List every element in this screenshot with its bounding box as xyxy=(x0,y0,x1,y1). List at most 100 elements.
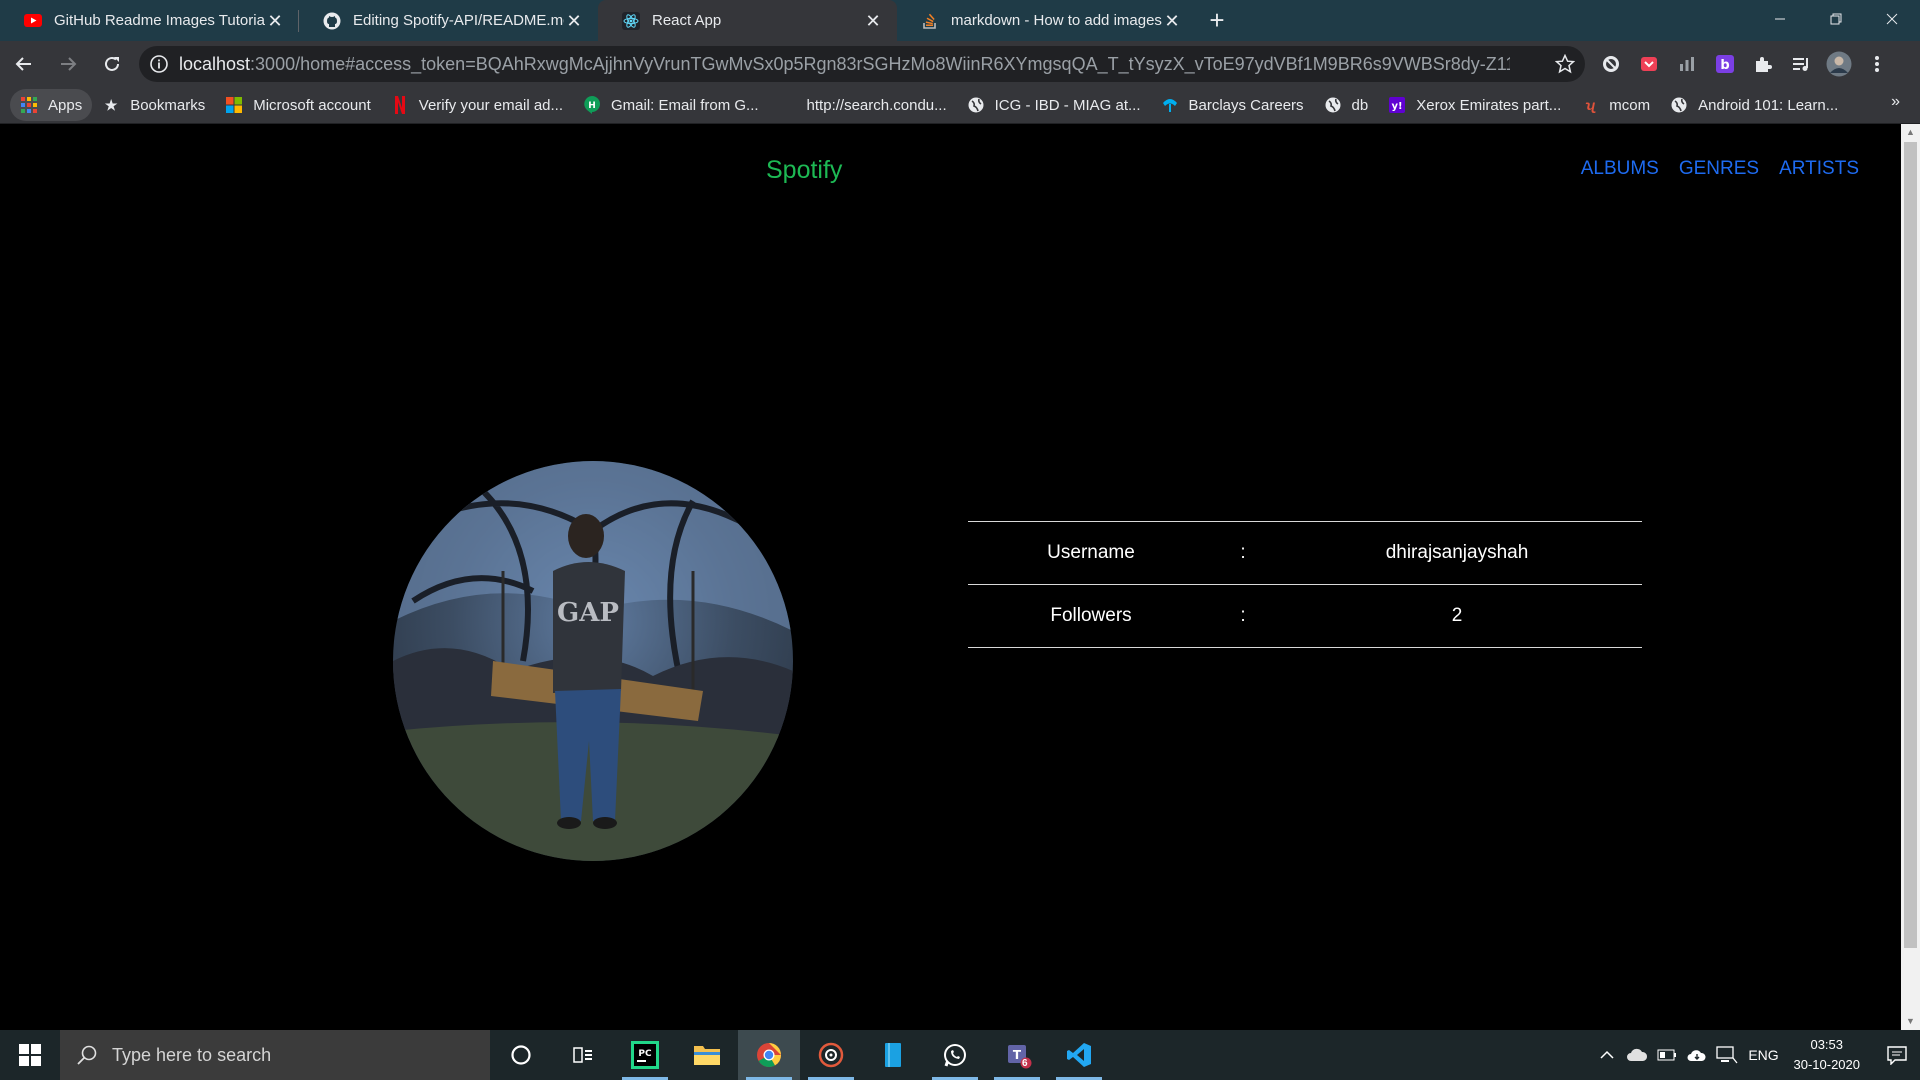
nav-albums[interactable]: ALBUMS xyxy=(1581,158,1659,180)
puzzle-extensions-icon[interactable] xyxy=(1750,49,1776,79)
close-icon[interactable]: ✕ xyxy=(1162,11,1182,31)
clock[interactable]: 03:53 30-10-2020 xyxy=(1794,1035,1861,1075)
app-brand[interactable]: Spotify xyxy=(766,156,842,185)
profile-avatar[interactable] xyxy=(1826,49,1852,79)
vscode-app[interactable] xyxy=(1048,1030,1110,1080)
analytics-extension-icon[interactable] xyxy=(1674,49,1700,79)
chrome-app[interactable] xyxy=(738,1030,800,1080)
notepad-app[interactable] xyxy=(862,1030,924,1080)
clock-date: 30-10-2020 xyxy=(1793,1057,1861,1072)
address-bar[interactable]: localhost :3000/home#access_token=BQAhRx… xyxy=(139,46,1585,82)
top-nav: ALBUMS GENRES ARTISTS xyxy=(1581,158,1859,180)
cloud-sync-icon[interactable] xyxy=(1684,1030,1710,1080)
page-scrollbar[interactable]: ▲ ▼ xyxy=(1901,124,1920,1030)
new-tab-button[interactable]: + xyxy=(1200,0,1234,41)
bookmark-verify-email[interactable]: Verify your email ad... xyxy=(381,89,573,121)
bookmark-mcom[interactable]: ʯ mcom xyxy=(1571,89,1660,121)
forward-button[interactable] xyxy=(48,44,88,84)
reload-button[interactable] xyxy=(92,44,132,84)
pycharm-icon: PC xyxy=(631,1041,659,1069)
page-content: Spotify ALBUMS GENRES ARTISTS GAP Userna… xyxy=(0,124,1901,1030)
bookmark-label: Android 101: Learn... xyxy=(1698,96,1839,114)
start-button[interactable] xyxy=(0,1030,60,1080)
teams-notification-badge: 6 xyxy=(1022,1058,1028,1069)
arrow-right-icon xyxy=(61,57,77,71)
whatsapp-icon xyxy=(944,1044,966,1067)
bookmark-label: Apps xyxy=(48,96,83,114)
star-icon: ★ xyxy=(104,96,118,113)
bookmark-db[interactable]: db xyxy=(1314,89,1379,121)
nav-artists[interactable]: ARTISTS xyxy=(1779,158,1859,180)
media-queue-icon[interactable] xyxy=(1788,49,1814,79)
bookmark-bookmarks[interactable]: ★ Bookmarks xyxy=(92,89,215,121)
battery-icon[interactable] xyxy=(1654,1030,1680,1080)
search-placeholder: Type here to search xyxy=(112,1044,272,1065)
row-separator: : xyxy=(1240,605,1246,626)
bookmark-microsoft-account[interactable]: Microsoft account xyxy=(215,89,381,121)
block-extension-icon[interactable] xyxy=(1598,49,1624,79)
whatsapp-app[interactable] xyxy=(924,1030,986,1080)
notebook-icon xyxy=(885,1043,901,1067)
scrollbar-thumb[interactable] xyxy=(1904,142,1917,948)
close-icon[interactable]: ✕ xyxy=(863,11,883,31)
close-icon[interactable]: ✕ xyxy=(265,11,285,31)
svg-text:b: b xyxy=(1720,58,1729,73)
bookmark-apps[interactable]: Apps xyxy=(10,89,93,121)
back-button[interactable] xyxy=(4,44,44,84)
bookmark-xerox[interactable]: y! Xerox Emirates part... xyxy=(1378,89,1571,121)
action-center-button[interactable] xyxy=(1874,1030,1920,1080)
tab-github[interactable]: Editing Spotify-API/README.md ✕ xyxy=(299,0,598,41)
file-explorer-app[interactable] xyxy=(676,1030,738,1080)
bookmark-label: ICG - IBD - MIAG at... xyxy=(994,96,1141,114)
tab-react-app[interactable]: React App ✕ xyxy=(598,0,897,41)
bookmark-star-icon[interactable] xyxy=(1555,54,1575,74)
globe-icon xyxy=(1324,96,1342,114)
microsoft-icon xyxy=(225,96,243,114)
taskbar-search[interactable]: Type here to search xyxy=(60,1030,490,1080)
onedrive-cloud-icon[interactable] xyxy=(1624,1030,1650,1080)
bookmark-barclays[interactable]: Barclays Careers xyxy=(1151,89,1314,121)
pycharm-app[interactable]: PC xyxy=(614,1030,676,1080)
yahoo-icon: y! xyxy=(1388,96,1406,114)
netflix-icon xyxy=(391,96,409,114)
svg-text:PC: PC xyxy=(638,1049,652,1059)
pocket-extension-icon[interactable] xyxy=(1636,49,1662,79)
info-icon[interactable] xyxy=(149,54,169,74)
bookmark-label: Bookmarks xyxy=(130,96,206,114)
more-menu-icon[interactable] xyxy=(1864,49,1890,79)
restore-button[interactable] xyxy=(1808,0,1864,38)
bookmark-gmail[interactable]: H Gmail: Email from G... xyxy=(573,89,769,121)
url-path: :3000/home#access_token=BQAhRxwgMcAjjhnV… xyxy=(250,53,1511,74)
scroll-down-arrow-icon[interactable]: ▼ xyxy=(1901,1013,1920,1030)
mcom-icon: ʯ xyxy=(1585,97,1596,113)
cortana-button[interactable] xyxy=(490,1030,552,1080)
bookmark-android-101[interactable]: Android 101: Learn... xyxy=(1660,89,1848,121)
b-extension-icon[interactable]: b xyxy=(1712,49,1738,79)
task-view-button[interactable] xyxy=(552,1030,614,1080)
tab-title: Editing Spotify-API/README.md xyxy=(353,12,564,29)
tab-title: React App xyxy=(652,12,722,29)
bookmarks-overflow-button[interactable]: » xyxy=(1891,93,1900,111)
window-controls xyxy=(1752,0,1920,41)
close-icon[interactable]: ✕ xyxy=(564,11,584,31)
bookmark-search-condu[interactable]: http://search.condu... xyxy=(769,89,957,121)
github-icon xyxy=(323,12,341,30)
notification-icon xyxy=(1887,1046,1907,1065)
svg-text:y!: y! xyxy=(1392,101,1403,112)
tab-youtube[interactable]: GitHub Readme Images Tutorial ✕ xyxy=(0,0,299,41)
bookmark-icg-ibd[interactable]: ICG - IBD - MIAG at... xyxy=(957,89,1151,121)
clock-time: 03:53 xyxy=(1810,1037,1844,1052)
vscode-icon xyxy=(1067,1043,1091,1067)
show-hidden-icons-chevron-up-icon[interactable] xyxy=(1594,1030,1620,1080)
bookmark-label: db xyxy=(1351,96,1369,114)
nav-genres[interactable]: GENRES xyxy=(1679,158,1759,180)
scroll-up-arrow-icon[interactable]: ▲ xyxy=(1901,124,1920,141)
network-icon[interactable] xyxy=(1714,1030,1740,1080)
minimize-button[interactable] xyxy=(1752,0,1808,38)
tab-stackoverflow[interactable]: markdown - How to add images ✕ xyxy=(897,0,1196,41)
language-indicator[interactable]: ENG xyxy=(1744,1030,1784,1080)
teams-app[interactable]: T 6 xyxy=(986,1030,1048,1080)
tab-title: GitHub Readme Images Tutorial xyxy=(54,12,265,29)
close-window-button[interactable] xyxy=(1864,0,1920,38)
media-app[interactable] xyxy=(800,1030,862,1080)
